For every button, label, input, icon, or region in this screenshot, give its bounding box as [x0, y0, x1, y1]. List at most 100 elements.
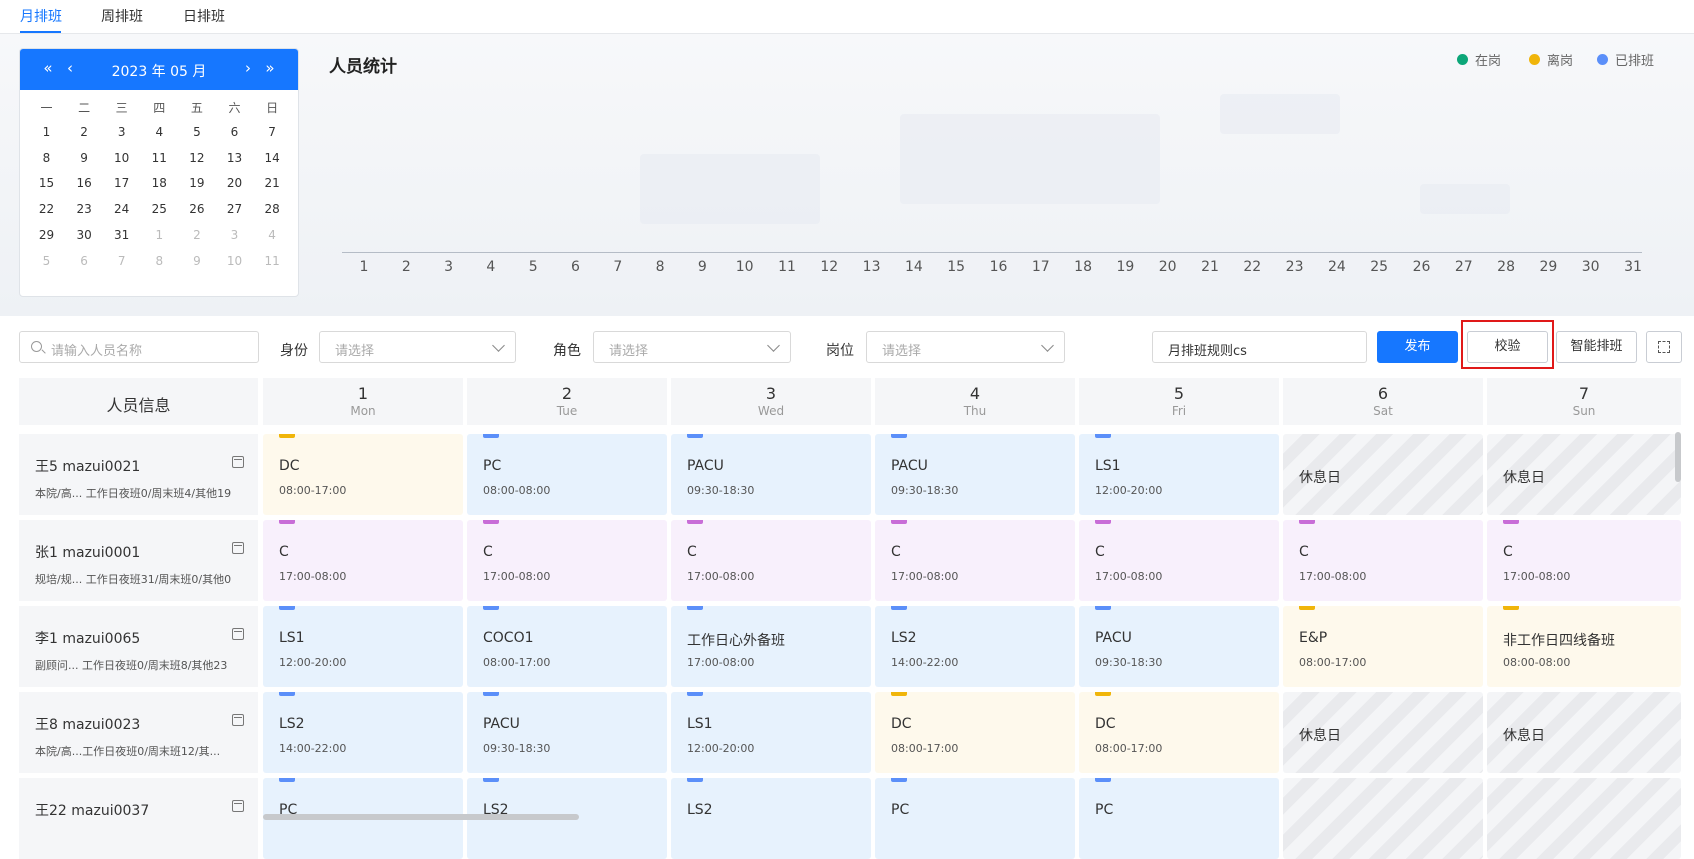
calendar-day[interactable]: 6 — [216, 125, 253, 145]
tab-week[interactable]: 周排班 — [101, 6, 143, 26]
shift-cell[interactable]: PACU 09:30-18:30 — [875, 434, 1075, 515]
shift-cell[interactable]: PACU 09:30-18:30 — [467, 692, 667, 773]
shift-cell[interactable]: PC — [875, 778, 1075, 859]
shift-cell[interactable]: LS1 12:00-20:00 — [1079, 434, 1279, 515]
shift-cell[interactable]: C 17:00-08:00 — [1283, 520, 1483, 601]
calendar-day[interactable]: 7 — [254, 125, 291, 145]
calendar-day[interactable]: 1 — [28, 125, 65, 145]
shift-cell[interactable]: DC 08:00-17:00 — [875, 692, 1075, 773]
calendar-day[interactable]: 3 — [103, 125, 140, 145]
calendar-day[interactable]: 5 — [28, 254, 65, 274]
shift-cell[interactable]: C 17:00-08:00 — [875, 520, 1075, 601]
calendar-icon[interactable] — [232, 456, 244, 468]
search-input[interactable]: 请输入人员名称 — [19, 331, 259, 363]
rest-day-cell[interactable]: 休息日 — [1283, 434, 1483, 515]
calendar-day[interactable]: 25 — [141, 202, 178, 222]
calendar-day[interactable]: 30 — [66, 228, 103, 248]
tab-day[interactable]: 日排班 — [183, 6, 225, 26]
calendar-day[interactable]: 14 — [254, 151, 291, 171]
shift-cell[interactable]: 非工作日四线备班 08:00-08:00 — [1487, 606, 1681, 687]
next-year-icon[interactable]: » — [262, 59, 278, 77]
calendar-day[interactable]: 4 — [254, 228, 291, 248]
calendar-day[interactable]: 3 — [216, 228, 253, 248]
calendar-day[interactable]: 6 — [66, 254, 103, 274]
calendar-icon[interactable] — [232, 800, 244, 812]
shift-cell[interactable]: E&P 08:00-17:00 — [1283, 606, 1483, 687]
calendar-day[interactable]: 23 — [66, 202, 103, 222]
shift-cell[interactable]: PC — [1079, 778, 1279, 859]
rest-day-cell[interactable]: 休息日 — [1487, 692, 1681, 773]
post-select[interactable]: 请选择 — [866, 331, 1065, 363]
shift-cell[interactable]: C 17:00-08:00 — [467, 520, 667, 601]
shift-cell[interactable]: LS1 12:00-20:00 — [671, 692, 871, 773]
shift-cell[interactable]: PC 08:00-08:00 — [467, 434, 667, 515]
shift-cell[interactable]: DC 08:00-17:00 — [1079, 692, 1279, 773]
calendar-icon[interactable] — [232, 628, 244, 640]
shift-cell[interactable]: PACU 09:30-18:30 — [1079, 606, 1279, 687]
calendar-day[interactable]: 1 — [141, 228, 178, 248]
shift-cell[interactable]: C 17:00-08:00 — [1487, 520, 1681, 601]
calendar-day[interactable]: 12 — [178, 151, 215, 171]
person-info[interactable]: 王5 mazui0021 本院/高... 工作日夜班0/周末班4/其他19 — [19, 434, 258, 515]
next-month-icon[interactable]: › — [240, 59, 256, 77]
calendar-day[interactable]: 9 — [178, 254, 215, 274]
person-info[interactable]: 李1 mazui0065 副顾问... 工作日夜班0/周末班8/其他23 — [19, 606, 258, 687]
role-select[interactable]: 请选择 — [593, 331, 791, 363]
calendar-day[interactable]: 8 — [28, 151, 65, 171]
calendar-day[interactable]: 27 — [216, 202, 253, 222]
calendar-day[interactable]: 2 — [66, 125, 103, 145]
calendar-day[interactable]: 11 — [254, 254, 291, 274]
calendar-day[interactable]: 10 — [103, 151, 140, 171]
person-info[interactable]: 王8 mazui0023 本院/高...工作日夜班0/周末班12/其... — [19, 692, 258, 773]
calendar-day[interactable]: 11 — [141, 151, 178, 171]
horizontal-scrollbar[interactable] — [263, 814, 579, 820]
rest-day-cell[interactable] — [1487, 778, 1681, 859]
shift-cell[interactable]: LS1 12:00-20:00 — [263, 606, 463, 687]
rest-day-cell[interactable] — [1283, 778, 1483, 859]
rest-day-cell[interactable]: 休息日 — [1283, 692, 1483, 773]
identity-select[interactable]: 请选择 — [319, 331, 516, 363]
calendar-day[interactable]: 7 — [103, 254, 140, 274]
calendar-day[interactable]: 2 — [178, 228, 215, 248]
shift-cell[interactable]: LS2 14:00-22:00 — [263, 692, 463, 773]
calendar-day[interactable]: 28 — [254, 202, 291, 222]
shift-cell[interactable]: C 17:00-08:00 — [263, 520, 463, 601]
calendar-day[interactable]: 18 — [141, 176, 178, 196]
calendar-day[interactable]: 20 — [216, 176, 253, 196]
person-info[interactable]: 王22 mazui0037 — [19, 778, 258, 859]
fullscreen-button[interactable] — [1646, 331, 1682, 363]
calendar-day[interactable]: 22 — [28, 202, 65, 222]
shift-cell[interactable]: C 17:00-08:00 — [1079, 520, 1279, 601]
calendar-day[interactable]: 29 — [28, 228, 65, 248]
calendar-day[interactable]: 19 — [178, 176, 215, 196]
shift-cell[interactable]: C 17:00-08:00 — [671, 520, 871, 601]
shift-cell[interactable]: 工作日心外备班 17:00-08:00 — [671, 606, 871, 687]
calendar-day[interactable]: 16 — [66, 176, 103, 196]
person-info[interactable]: 张1 mazui0001 规培/规... 工作日夜班31/周末班0/其他0 — [19, 520, 258, 601]
shift-cell[interactable]: DC 08:00-17:00 — [263, 434, 463, 515]
calendar-day[interactable]: 21 — [254, 176, 291, 196]
vertical-scrollbar[interactable] — [1675, 432, 1681, 482]
calendar-day[interactable]: 4 — [141, 125, 178, 145]
calendar-day[interactable]: 24 — [103, 202, 140, 222]
calendar-icon[interactable] — [232, 542, 244, 554]
rest-day-cell[interactable]: 休息日 — [1487, 434, 1681, 515]
shift-cell[interactable]: LS2 — [671, 778, 871, 859]
shift-cell[interactable]: COCO1 08:00-17:00 — [467, 606, 667, 687]
calendar-day[interactable]: 17 — [103, 176, 140, 196]
calendar-day[interactable]: 15 — [28, 176, 65, 196]
calendar-icon[interactable] — [232, 714, 244, 726]
calendar-day[interactable]: 9 — [66, 151, 103, 171]
shift-cell[interactable]: PACU 09:30-18:30 — [671, 434, 871, 515]
tab-month[interactable]: 月排班 — [20, 6, 62, 26]
calendar-day[interactable]: 10 — [216, 254, 253, 274]
calendar-day[interactable]: 8 — [141, 254, 178, 274]
calendar-day[interactable]: 13 — [216, 151, 253, 171]
rule-select[interactable]: 月排班规则cs — [1152, 331, 1367, 363]
smart-schedule-button[interactable]: 智能排班 — [1556, 331, 1637, 363]
publish-button[interactable]: 发布 — [1377, 331, 1458, 363]
calendar-day[interactable]: 5 — [178, 125, 215, 145]
calendar-day[interactable]: 31 — [103, 228, 140, 248]
calendar-day[interactable]: 26 — [178, 202, 215, 222]
shift-cell[interactable]: LS2 14:00-22:00 — [875, 606, 1075, 687]
